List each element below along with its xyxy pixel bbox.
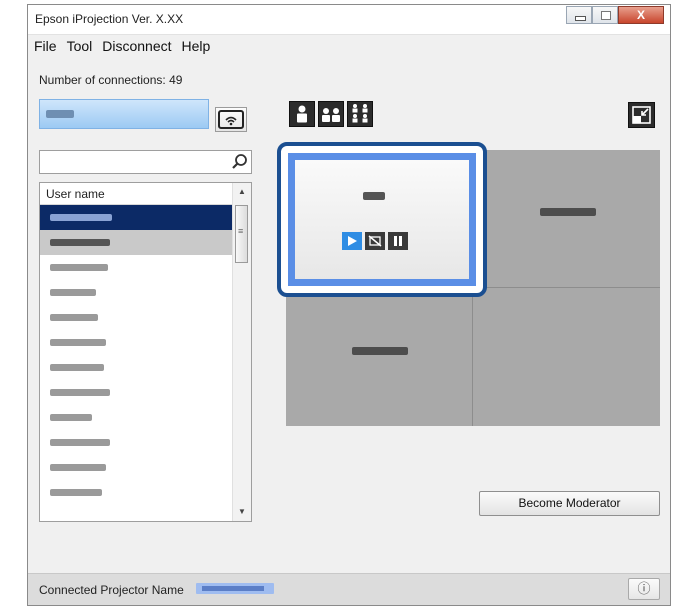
1-person-layout-icon — [297, 105, 307, 123]
user-name-column-header: User name — [40, 183, 232, 205]
maximize-button[interactable] — [592, 6, 618, 24]
user-name — [50, 214, 112, 221]
slot-user-name — [352, 347, 408, 355]
projection-slot[interactable] — [473, 288, 660, 426]
projection-slot[interactable] — [473, 150, 660, 288]
close-button[interactable]: X — [618, 6, 664, 24]
search-button[interactable] — [229, 151, 251, 173]
window-mode-button[interactable] — [628, 102, 655, 128]
wifi-projector-icon — [218, 110, 244, 129]
menu-bar: File Tool Disconnect Help — [28, 35, 670, 57]
user-search-box — [39, 150, 252, 174]
connected-projector-name — [196, 583, 274, 594]
menu-tool[interactable]: Tool — [61, 35, 97, 57]
status-bar: Connected Projector Name ⓘ — [28, 573, 670, 605]
user-list[interactable]: User name ▲ ▼ — [39, 182, 252, 522]
play-icon — [348, 236, 357, 246]
slot-user-name — [363, 192, 385, 200]
scroll-up-arrow-icon[interactable]: ▲ — [233, 183, 251, 201]
connections-count: Number of connections: 49 — [39, 73, 183, 87]
list-item[interactable] — [40, 405, 232, 430]
info-button[interactable]: ⓘ — [628, 578, 660, 600]
user-name — [50, 489, 102, 496]
list-item[interactable] — [40, 205, 232, 230]
menu-help[interactable]: Help — [176, 35, 215, 57]
user-name — [50, 414, 92, 421]
2-person-layout-icon — [322, 108, 340, 122]
window-controls: X — [566, 6, 664, 24]
layout-1-button[interactable] — [289, 101, 315, 127]
become-moderator-button[interactable]: Become Moderator — [479, 491, 660, 516]
pause-icon — [394, 236, 402, 246]
list-item[interactable] — [40, 230, 232, 255]
list-item[interactable] — [40, 455, 232, 480]
layout-2-button[interactable] — [318, 101, 344, 127]
window-restore-icon — [632, 106, 651, 124]
user-name — [50, 389, 110, 396]
minimize-button[interactable] — [566, 6, 592, 24]
scrollbar-thumb[interactable] — [235, 205, 248, 263]
projector-name-text — [202, 586, 264, 591]
search-input[interactable] — [40, 151, 234, 173]
menu-disconnect[interactable]: Disconnect — [96, 35, 175, 57]
projection-slot-active[interactable] — [277, 142, 487, 297]
list-item[interactable] — [40, 280, 232, 305]
user-name — [50, 264, 108, 271]
own-user-name — [46, 110, 74, 118]
projection-slot[interactable] — [286, 288, 473, 426]
play-button[interactable] — [342, 232, 362, 250]
app-window: Epson iProjection Ver. X.XX X File Tool … — [27, 4, 671, 606]
connected-projector-label: Connected Projector Name — [39, 583, 184, 597]
user-name — [50, 289, 96, 296]
menu-file[interactable]: File — [28, 35, 61, 57]
user-name — [50, 314, 98, 321]
user-name — [50, 464, 106, 471]
list-item[interactable] — [40, 480, 232, 505]
projector-connection-button[interactable] — [215, 107, 247, 132]
list-item[interactable] — [40, 380, 232, 405]
list-scrollbar[interactable]: ▲ ▼ — [232, 183, 251, 521]
layout-4-button[interactable] — [347, 101, 373, 127]
scroll-down-arrow-icon[interactable]: ▼ — [233, 503, 251, 521]
active-slot-content — [288, 153, 476, 286]
4-person-layout-icon — [352, 104, 368, 123]
slot-user-name — [540, 208, 596, 216]
list-item[interactable] — [40, 255, 232, 280]
pause-button[interactable] — [388, 232, 408, 250]
list-item[interactable] — [40, 430, 232, 455]
search-icon — [232, 154, 247, 169]
user-name — [50, 339, 106, 346]
list-item[interactable] — [40, 330, 232, 355]
list-item[interactable] — [40, 355, 232, 380]
list-item[interactable] — [40, 305, 232, 330]
stop-projection-icon — [368, 235, 382, 247]
title-bar: Epson iProjection Ver. X.XX X — [28, 5, 670, 35]
info-icon: ⓘ — [637, 581, 651, 596]
window-title: Epson iProjection Ver. X.XX — [35, 12, 184, 26]
user-name — [50, 439, 110, 446]
user-name — [50, 239, 110, 246]
stop-button[interactable] — [365, 232, 385, 250]
own-user-name-box — [39, 99, 209, 129]
user-name — [50, 364, 104, 371]
